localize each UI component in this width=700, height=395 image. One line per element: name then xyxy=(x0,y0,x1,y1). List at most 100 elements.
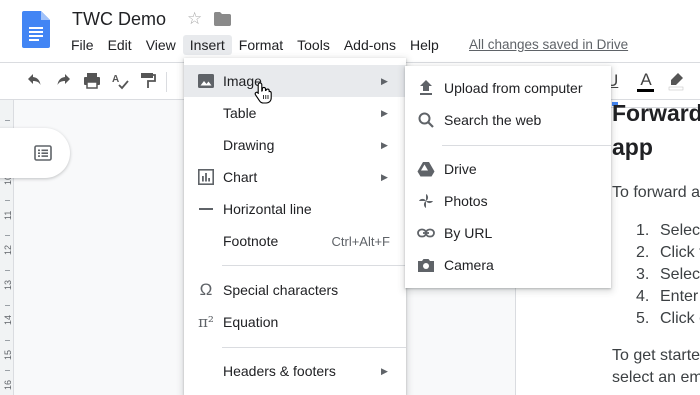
save-status-link[interactable]: All changes saved in Drive xyxy=(469,37,628,52)
menu-addons[interactable]: Add-ons xyxy=(337,35,403,55)
submenu-arrow-icon: ▶ xyxy=(381,76,388,86)
submenu-item-by-url[interactable]: By URL xyxy=(405,217,611,249)
menu-file[interactable]: File xyxy=(64,35,101,55)
submenu-item-label: Camera xyxy=(444,257,494,273)
menu-item-label: Equation xyxy=(223,314,279,330)
spellcheck-icon[interactable]: A xyxy=(110,71,130,91)
undo-icon[interactable] xyxy=(25,71,45,91)
print-icon[interactable] xyxy=(82,71,102,91)
menu-item-equation[interactable]: π² Equation xyxy=(184,306,406,338)
redo-icon[interactable] xyxy=(53,71,73,91)
svg-text:A: A xyxy=(112,74,119,85)
insert-menu: Image ▶ Table ▶ Drawing ▶ Chart ▶ Horizo… xyxy=(184,58,406,395)
upload-icon xyxy=(420,80,432,95)
menu-view[interactable]: View xyxy=(139,35,183,55)
submenu-item-upload[interactable]: Upload from computer xyxy=(405,72,611,104)
docs-logo-icon[interactable] xyxy=(22,11,50,48)
menu-item-label: Table xyxy=(223,105,257,121)
menu-insert[interactable]: Insert xyxy=(182,35,232,55)
submenu-item-label: Photos xyxy=(444,193,488,209)
ruler-tick xyxy=(5,235,10,236)
ruler-tick xyxy=(5,340,10,341)
menu-item-chart[interactable]: Chart ▶ xyxy=(184,161,406,193)
list-number: 1. xyxy=(636,222,650,239)
menu-item-label: Headers & footers xyxy=(223,363,336,379)
menu-bar: File Edit View Insert Format Tools Add-o… xyxy=(64,35,446,55)
ruler-tick xyxy=(5,120,10,121)
submenu-arrow-icon: ▶ xyxy=(381,172,388,182)
camera-icon xyxy=(418,259,434,272)
menu-item-horizontal-line[interactable]: Horizontal line xyxy=(184,193,406,225)
ruler-tick xyxy=(5,370,10,371)
app-header: TWC Demo ☆ File Edit View Insert Format … xyxy=(0,0,700,62)
menu-item-table[interactable]: Table ▶ xyxy=(184,97,406,129)
menu-edit[interactable]: Edit xyxy=(101,35,139,55)
submenu-arrow-icon: ▶ xyxy=(381,140,388,150)
photos-icon xyxy=(419,194,433,208)
ruler-number: 16 xyxy=(3,379,13,390)
submenu-item-search-web[interactable]: Search the web xyxy=(405,104,611,136)
outline-list-icon xyxy=(34,145,52,161)
doc-heading-line: app xyxy=(612,134,653,160)
pi-icon: π² xyxy=(198,313,214,331)
menu-item-footnote[interactable]: Footnote Ctrl+Alt+F xyxy=(184,225,406,257)
list-number: 2. xyxy=(636,244,650,261)
folder-icon[interactable] xyxy=(214,12,231,26)
list-number: 4. xyxy=(636,288,650,305)
star-icon[interactable]: ☆ xyxy=(187,9,202,29)
submenu-arrow-icon: ▶ xyxy=(381,366,388,376)
menu-separator xyxy=(222,265,406,266)
document-outline-button[interactable] xyxy=(0,128,70,178)
ruler-tick xyxy=(5,305,10,306)
submenu-item-photos[interactable]: Photos xyxy=(405,185,611,217)
ruler-number: 11 xyxy=(3,210,13,220)
list-item-text: Select xyxy=(660,222,700,239)
doc-paragraph: To get starte xyxy=(612,347,700,364)
submenu-item-label: By URL xyxy=(444,225,493,241)
list-number: 5. xyxy=(636,310,650,327)
list-item-text: Enter xyxy=(660,288,699,305)
keyboard-shortcut: Ctrl+Alt+F xyxy=(331,234,390,249)
hand-cursor-icon xyxy=(254,82,272,104)
doc-heading-line: Forward xyxy=(612,100,700,126)
list-item-text: Select xyxy=(660,266,700,283)
text-color-glyph: A xyxy=(640,70,652,89)
toolbar-divider xyxy=(166,72,167,92)
menu-item-label: Chart xyxy=(223,169,258,185)
highlight-icon[interactable] xyxy=(666,71,686,91)
menu-item-image[interactable]: Image ▶ xyxy=(184,65,406,97)
search-icon xyxy=(418,112,434,128)
ruler-tick xyxy=(5,270,10,271)
list-number: 3. xyxy=(636,266,650,283)
image-icon xyxy=(198,74,214,88)
text-color-icon[interactable]: A xyxy=(638,70,654,90)
list-item-text: Click t xyxy=(660,244,700,261)
submenu-item-label: Drive xyxy=(444,161,477,177)
menu-tools[interactable]: Tools xyxy=(290,35,337,55)
document-title[interactable]: TWC Demo xyxy=(72,9,166,30)
menu-item-label: Footnote xyxy=(223,233,279,249)
submenu-item-camera[interactable]: Camera xyxy=(405,249,611,281)
drive-icon xyxy=(417,162,435,177)
image-submenu: Upload from computer Search the web Driv… xyxy=(405,66,611,288)
ruler-number: 15 xyxy=(3,349,13,360)
menu-item-label: Special characters xyxy=(223,282,339,298)
paint-format-icon[interactable] xyxy=(138,71,158,91)
ruler-number: 14 xyxy=(3,314,13,325)
doc-paragraph: To forward a xyxy=(612,184,700,201)
submenu-item-label: Upload from computer xyxy=(444,80,583,96)
submenu-arrow-icon: ▶ xyxy=(381,108,388,118)
menu-item-special-characters[interactable]: Ω Special characters xyxy=(184,274,406,306)
menu-item-label: Horizontal line xyxy=(223,201,312,217)
chart-icon xyxy=(197,169,214,185)
ruler-number: 12 xyxy=(3,244,13,255)
menu-help[interactable]: Help xyxy=(403,35,446,55)
menu-item-headers-footers[interactable]: Headers & footers ▶ xyxy=(184,355,406,387)
doc-paragraph: select an em xyxy=(612,369,700,386)
menu-item-drawing[interactable]: Drawing ▶ xyxy=(184,129,406,161)
menu-separator xyxy=(222,347,406,348)
submenu-item-drive[interactable]: Drive xyxy=(405,153,611,185)
menu-format[interactable]: Format xyxy=(232,35,290,55)
omega-icon: Ω xyxy=(199,280,213,299)
ruler-tick xyxy=(5,200,10,201)
